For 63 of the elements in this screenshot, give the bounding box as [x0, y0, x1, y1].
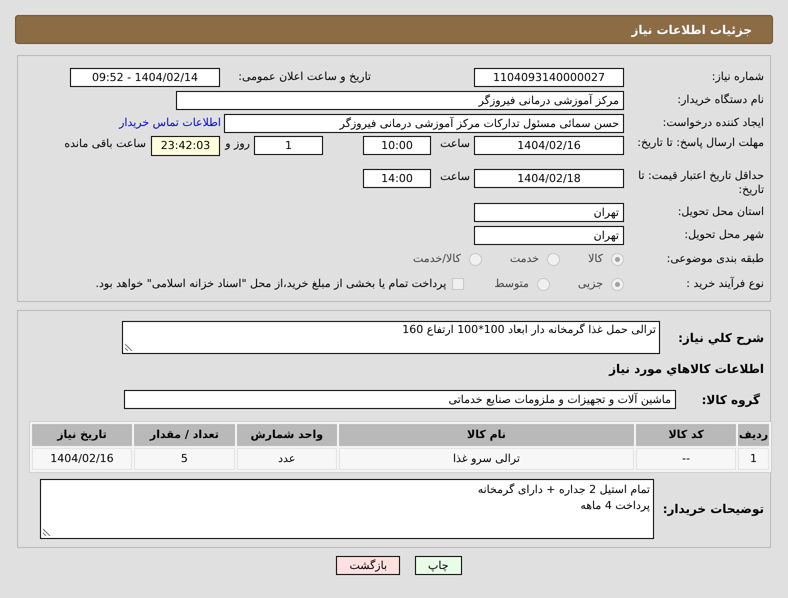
radio-option[interactable]: کالا: [588, 250, 624, 268]
table-cell: ترالی سرو غذا: [338, 448, 634, 470]
field-label: تاریخ و ساعت اعلان عمومی:: [237, 68, 372, 85]
checkbox[interactable]: [452, 278, 464, 290]
column-header: کد کالا: [636, 424, 736, 446]
radio-option[interactable]: جزیی: [578, 276, 624, 292]
field-label: گروه کالا:: [700, 392, 761, 408]
radio-option[interactable]: متوسط: [494, 276, 550, 292]
table-cell: 5: [134, 448, 235, 470]
back-button[interactable]: بازگشت: [336, 556, 400, 575]
radio-button[interactable]: [611, 278, 624, 290]
remaining-time-field: 23:42:03: [151, 136, 220, 156]
resize-handle-icon[interactable]: [43, 528, 51, 536]
column-header: واحد شمارش: [236, 424, 337, 446]
section-heading: اطلاعات کالاهاي مورد نياز: [608, 361, 764, 378]
header-title: جزئیات اطلاعات نیاز: [631, 22, 752, 38]
radio-button[interactable]: [547, 252, 560, 266]
field-label: توضیحات خریدار:: [662, 501, 764, 518]
column-header: تعداد / مقدار: [134, 424, 235, 446]
checkbox-label: پرداخت تمام یا بخشی از مبلغ خرید،از محل "اسناد خزانه اسلامی" خواهد بود.: [96, 276, 446, 292]
input-field[interactable]: 10:00: [363, 136, 431, 155]
input-field[interactable]: 1: [254, 136, 323, 155]
radio-option[interactable]: کالا/خدمت: [413, 250, 482, 268]
input-field[interactable]: تهران: [474, 226, 624, 244]
field-label: نام دستگاه خریدار:: [676, 92, 764, 108]
field-label: شرح کلي نياز:: [677, 330, 764, 347]
input-field[interactable]: حسن سمائی مسئول تدارکات مرکز آموزشی درمانی فیروزگر: [224, 114, 624, 132]
textarea-field[interactable]: ترالی حمل غذا گرمخانه دار ابعاد 100*100 ارتفاع 160: [122, 321, 660, 354]
field-label: شماره نیاز:: [710, 68, 764, 85]
table-cell: --: [636, 448, 736, 470]
input-field[interactable]: 14:00: [363, 169, 431, 188]
table-cell: 1: [738, 448, 769, 470]
input-field[interactable]: مرکز آموزشی درمانی فیروزگر: [176, 90, 624, 110]
textarea-field[interactable]: تمام استیل 2 جداره + دارای گرمخانه پرداخت 4 ماهه: [40, 479, 654, 539]
input-field[interactable]: ماشین آلات و تجهیزات و ملزومات صنایع خدماتی: [124, 390, 676, 409]
column-header: نام کالا: [338, 424, 634, 446]
field-label: شهر محل تحویل:: [683, 226, 764, 243]
field-label: حداقل تاریخ اعتبار قیمت: تا تاریخ:: [637, 169, 764, 197]
field-label: ایجاد کننده درخواست:: [662, 114, 764, 131]
field-label: مهلت ارسال پاسخ: تا تاریخ:: [636, 136, 764, 150]
table-cell: عدد: [236, 448, 337, 470]
column-header: ردیف: [738, 424, 769, 446]
radio-option[interactable]: خدمت: [510, 250, 560, 268]
print-button[interactable]: چاپ: [415, 556, 462, 575]
field-label: نوع فرآیند خرید :: [685, 276, 764, 292]
input-field[interactable]: 1404/02/14 - 09:52: [70, 68, 220, 86]
input-field[interactable]: تهران: [474, 202, 624, 222]
radio-button[interactable]: [536, 278, 550, 290]
radio-button[interactable]: [468, 252, 482, 266]
field-label: روز و: [224, 136, 251, 152]
input-field[interactable]: 1404/02/16: [474, 136, 624, 155]
column-header: تاریخ نیاز: [32, 424, 132, 446]
input-field[interactable]: 1404/02/18: [474, 169, 624, 188]
buyer-contact-link[interactable]: اطلاعات تماس خریدار: [119, 114, 221, 132]
field-label: ساعت باقی مانده: [64, 136, 147, 152]
field-label: استان محل تحویل:: [676, 204, 764, 220]
field-label: ساعت: [439, 136, 471, 152]
radio-button[interactable]: [611, 252, 624, 266]
field-label: ساعت: [439, 169, 471, 185]
field-label: طبقه بندی موضوعی:: [666, 250, 764, 267]
table-cell: 1404/02/16: [32, 448, 132, 470]
input-field[interactable]: 1104093140000027: [474, 68, 624, 86]
resize-handle-icon[interactable]: [125, 343, 133, 351]
